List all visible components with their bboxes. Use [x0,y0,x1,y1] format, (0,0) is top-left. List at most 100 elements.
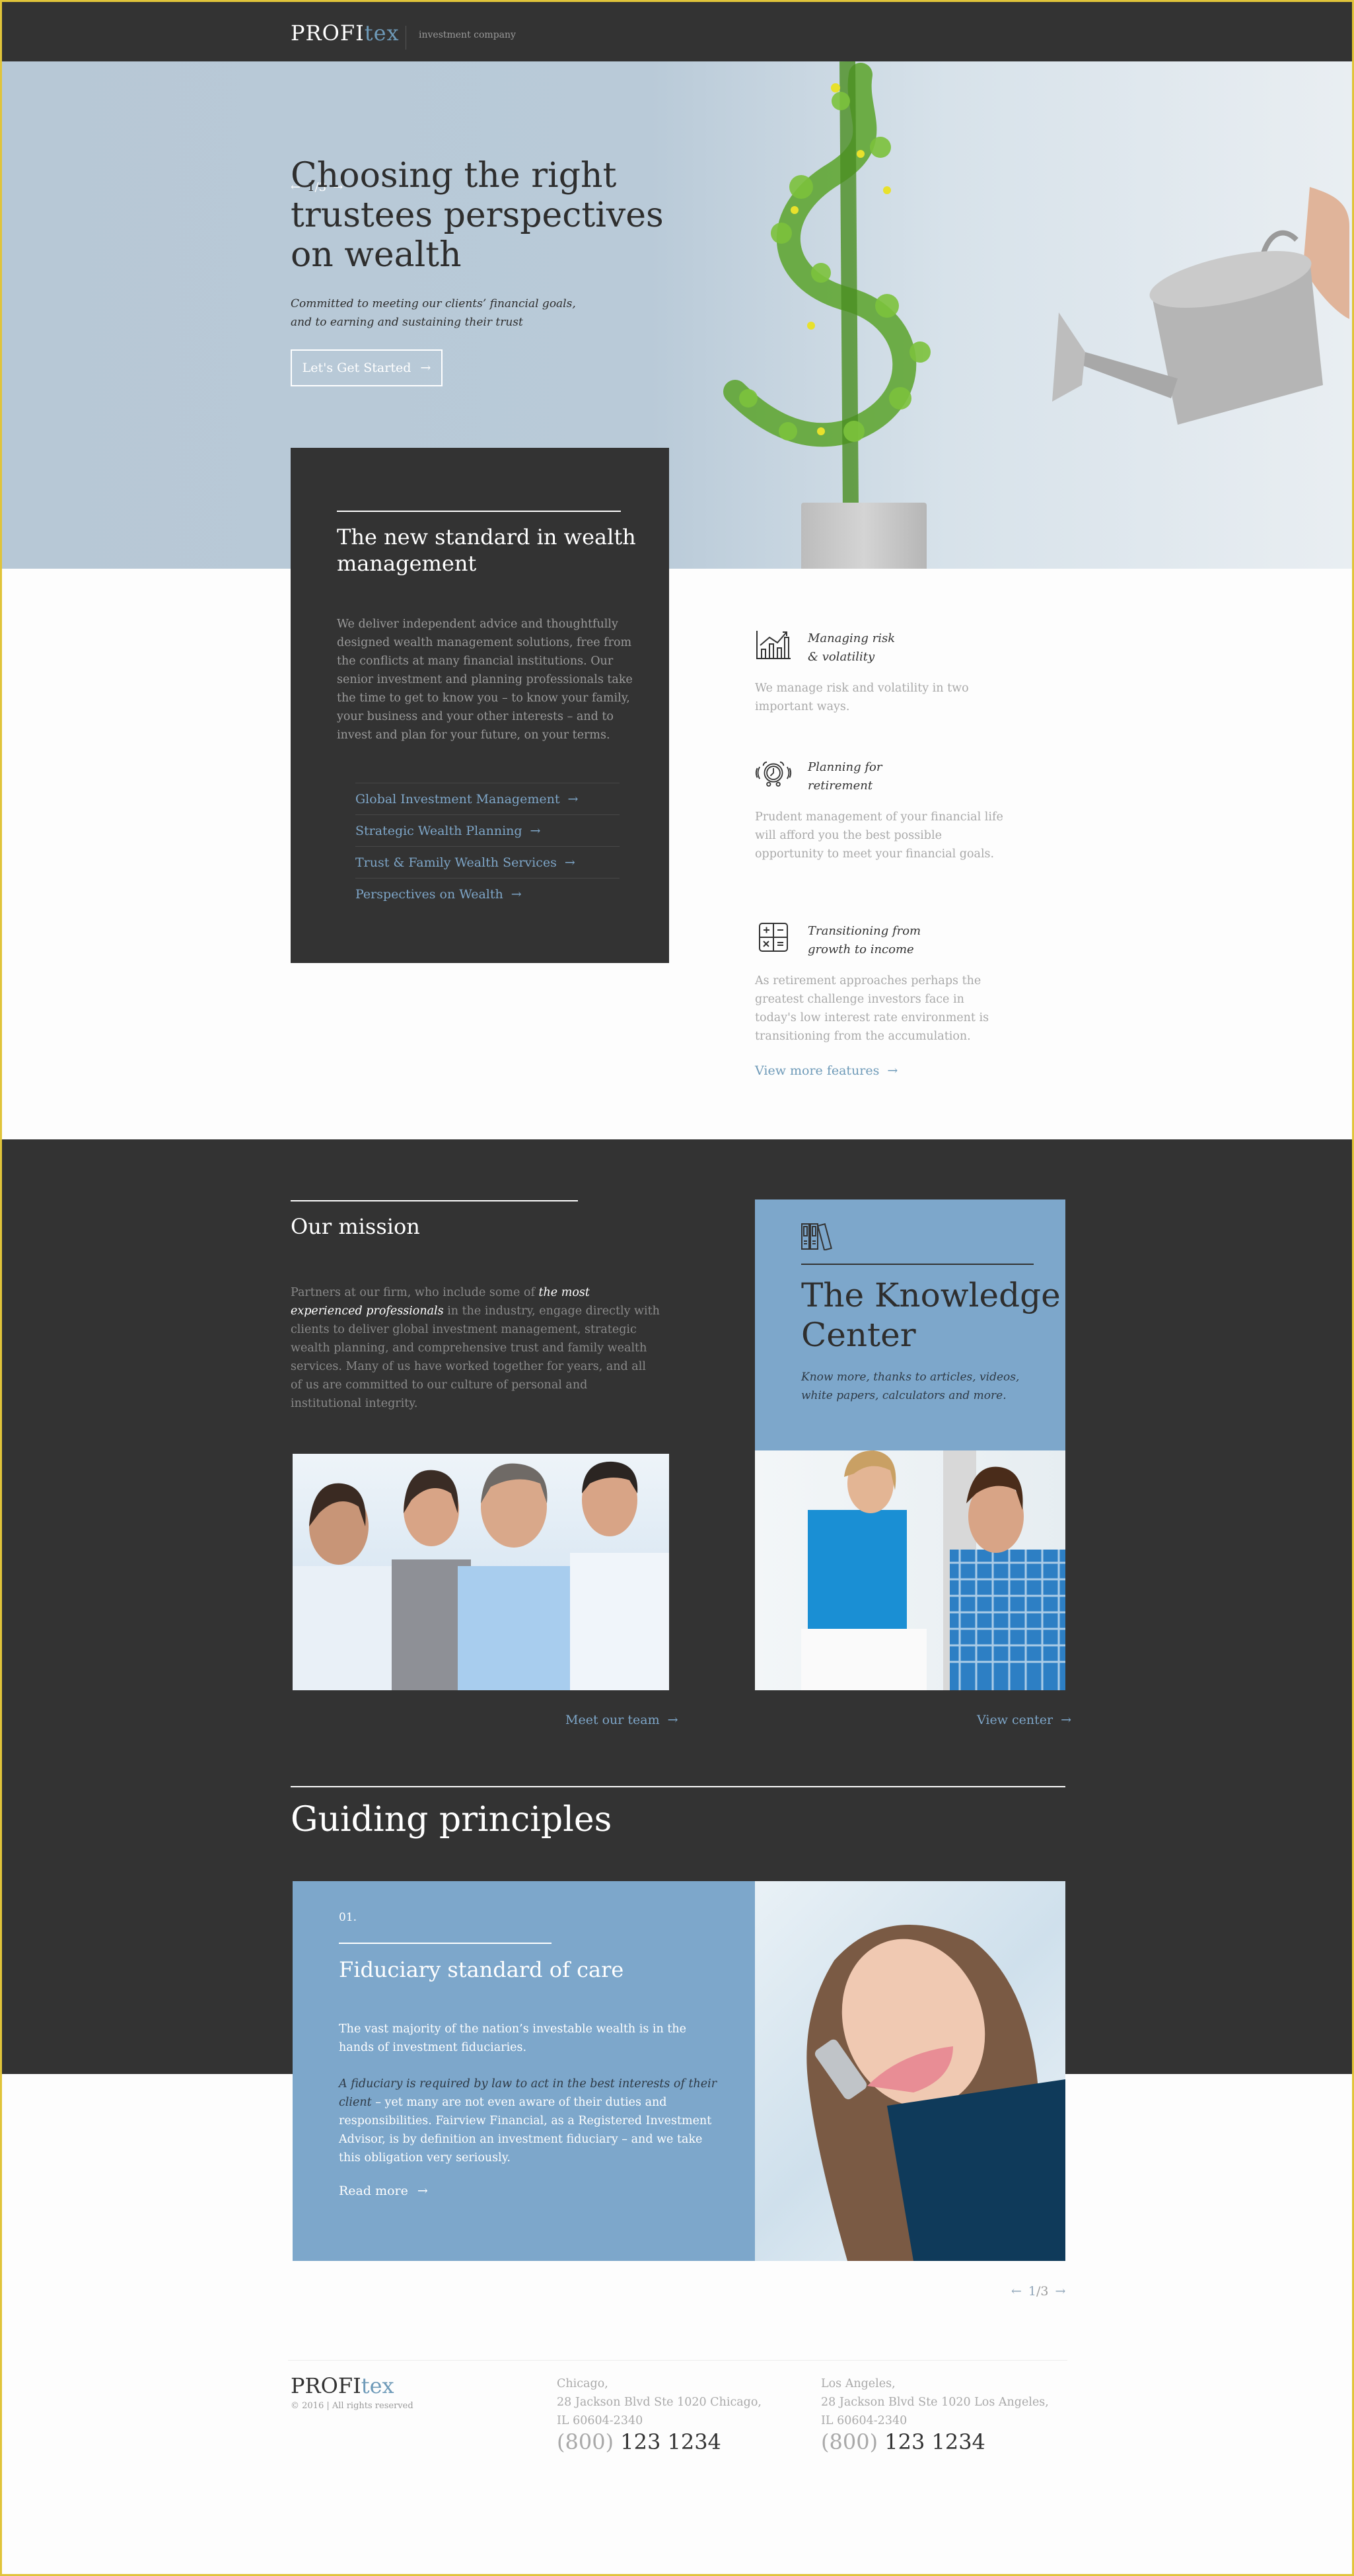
office-los-angeles: Los Angeles, 28 Jackson Blvd Ste 1020 Lo… [821,2375,1085,2452]
feature-text: Prudent management of your financial lif… [755,810,1003,861]
kc-title: The Knowledge Center [801,1276,1061,1354]
card-body: We deliver independent advice and though… [337,618,633,742]
arrow-right-icon: → [1061,1713,1072,1727]
tagline: investment company [419,30,516,40]
mission-text: in the industry, engage directly with cl… [291,1305,660,1410]
get-started-button[interactable]: Let's Get Started → [291,349,443,386]
read-more-link[interactable]: Read more → [339,2184,428,2198]
growth-chart-icon [756,631,791,659]
arrow-right-icon: → [420,361,431,375]
principle-text: – yet many are not even aware of their d… [339,2096,712,2165]
office-address: IL 60604-2340 [821,2414,908,2427]
meet-team-label: Meet our team [565,1713,660,1727]
feature-text: As retirement approaches perhaps the gre… [755,974,989,1043]
office-address: 28 Jackson Blvd Ste 1020 Los Angeles, [821,2396,1049,2409]
arrow-right-icon: → [417,2184,428,2198]
principle-body-2: A fiduciary is required by law to act in… [339,2075,722,2167]
get-started-label: Let's Get Started [302,361,411,375]
mission-divider [291,1200,578,1201]
principle-body: The vast majority of the nation’s invest… [339,2022,686,2054]
view-more-features-link[interactable]: View more features → [755,1063,898,1078]
link-label: Strategic Wealth Planning [355,823,522,838]
footer-divider [288,2360,1067,2361]
pager-current: 1 [1028,2284,1037,2299]
link-strategic-wealth[interactable]: Strategic Wealth Planning → [355,814,620,846]
office-chicago: Chicago, 28 Jackson Blvd Ste 1020 Chicag… [557,2375,821,2452]
hero-section: ← 1/3 → Choosing the right trustees pers… [2,61,1352,569]
principles-title: Guiding principles [291,1800,612,1840]
arrow-right-icon: → [667,1713,678,1727]
office-phone[interactable]: (800) 123 1234 [821,2431,1085,2452]
logo-accent: tex [364,20,400,46]
link-perspectives[interactable]: Perspectives on Wealth → [355,878,620,910]
footer-logo-accent: tex [361,2373,394,2398]
office-city: Chicago, [557,2377,608,2390]
link-global-investment[interactable]: Global Investment Management → [355,783,620,814]
principle-number: 01. [339,1911,357,1924]
calculator-icon [759,923,788,952]
site-header: PROFItex investment company [2,2,1352,61]
phone-number: 123 1234 [884,2429,985,2454]
card-title: The new standard in wealth management [337,524,636,576]
link-trust-family[interactable]: Trust & Family Wealth Services → [355,846,620,878]
knowledge-center-card: The Knowledge Center Know more, thanks t… [755,1199,1065,1450]
footer-logo-main: PROFI [291,2373,361,2398]
plant-pot [801,503,927,569]
feature-transition: Transitioning from growth to income As re… [755,922,1019,1054]
principles-divider [291,1786,1065,1787]
phone-area: (800) [821,2429,878,2454]
office-address: 28 Jackson Blvd Ste 1020 Chicago, [557,2396,762,2409]
pager-total: /3 [1036,2284,1049,2299]
link-label: Global Investment Management [355,791,560,806]
arrow-right-icon: → [530,823,541,838]
principle-divider [339,1943,552,1944]
principles-pager: ← 1/3 → [1011,2284,1065,2299]
kc-divider [801,1264,1034,1265]
feature-title: Planning for [808,760,882,774]
office-city: Los Angeles, [821,2377,896,2390]
watering-can-image [1052,187,1349,425]
prev-arrow-icon[interactable]: ← [1011,2284,1022,2299]
logo[interactable]: PROFItex [291,20,400,46]
feature-title: Managing risk [808,631,896,645]
arrow-right-icon: → [511,886,522,902]
kc-photo-illustration [801,1450,1065,1690]
arrow-right-icon: → [564,855,575,870]
link-label: Trust & Family Wealth Services [355,855,557,870]
team-photo-illustration [293,1461,669,1690]
arrow-right-icon: → [887,1063,898,1078]
hero-title: Choosing the right trustees perspectives… [291,156,664,275]
alarm-clock-icon [755,761,792,787]
next-arrow-icon[interactable]: → [1055,2284,1066,2299]
view-center-link[interactable]: View center → [977,1713,1071,1727]
dollar-plant-image [723,61,931,511]
link-label: Perspectives on Wealth [355,886,503,902]
arrow-right-icon: → [567,791,579,806]
footer-logo[interactable]: PROFItex [291,2373,394,2398]
principle-card: 01. Fiduciary standard of care The vast … [293,1881,755,2261]
standard-card: The new standard in wealth management We… [291,448,669,963]
mission-title: Our mission [291,1214,420,1239]
mission-text: Partners at our firm, who include some o… [291,1286,539,1299]
view-more-label: View more features [755,1063,880,1078]
read-more-label: Read more [339,2184,408,2198]
principle-title: Fiduciary standard of care [339,1957,624,1982]
mission-body: Partners at our firm, who include some o… [291,1283,660,1413]
feature-retirement: Planning for retirement Prudent managemen… [755,758,1019,890]
copyright: © 2016 | All rights reserved [291,2401,413,2411]
meet-our-team-link[interactable]: Meet our team → [565,1713,678,1727]
team-photo [293,1454,669,1690]
card-divider [337,511,621,512]
office-phone[interactable]: (800) 123 1234 [557,2431,821,2452]
feature-title: Transitioning from [808,924,921,938]
phone-area: (800) [557,2429,614,2454]
hero-subtitle: Committed to meeting our clients’ financ… [291,297,576,329]
feature-title: growth to income [808,943,914,956]
knowledge-center-photo [755,1450,1065,1690]
office-address: IL 60604-2340 [557,2414,643,2427]
logo-main: PROFI [291,20,365,46]
binders-icon [801,1223,832,1250]
feature-title: retirement [808,779,873,793]
feature-title: & volatility [808,650,875,664]
woman-on-phone-illustration [806,1925,1065,2261]
